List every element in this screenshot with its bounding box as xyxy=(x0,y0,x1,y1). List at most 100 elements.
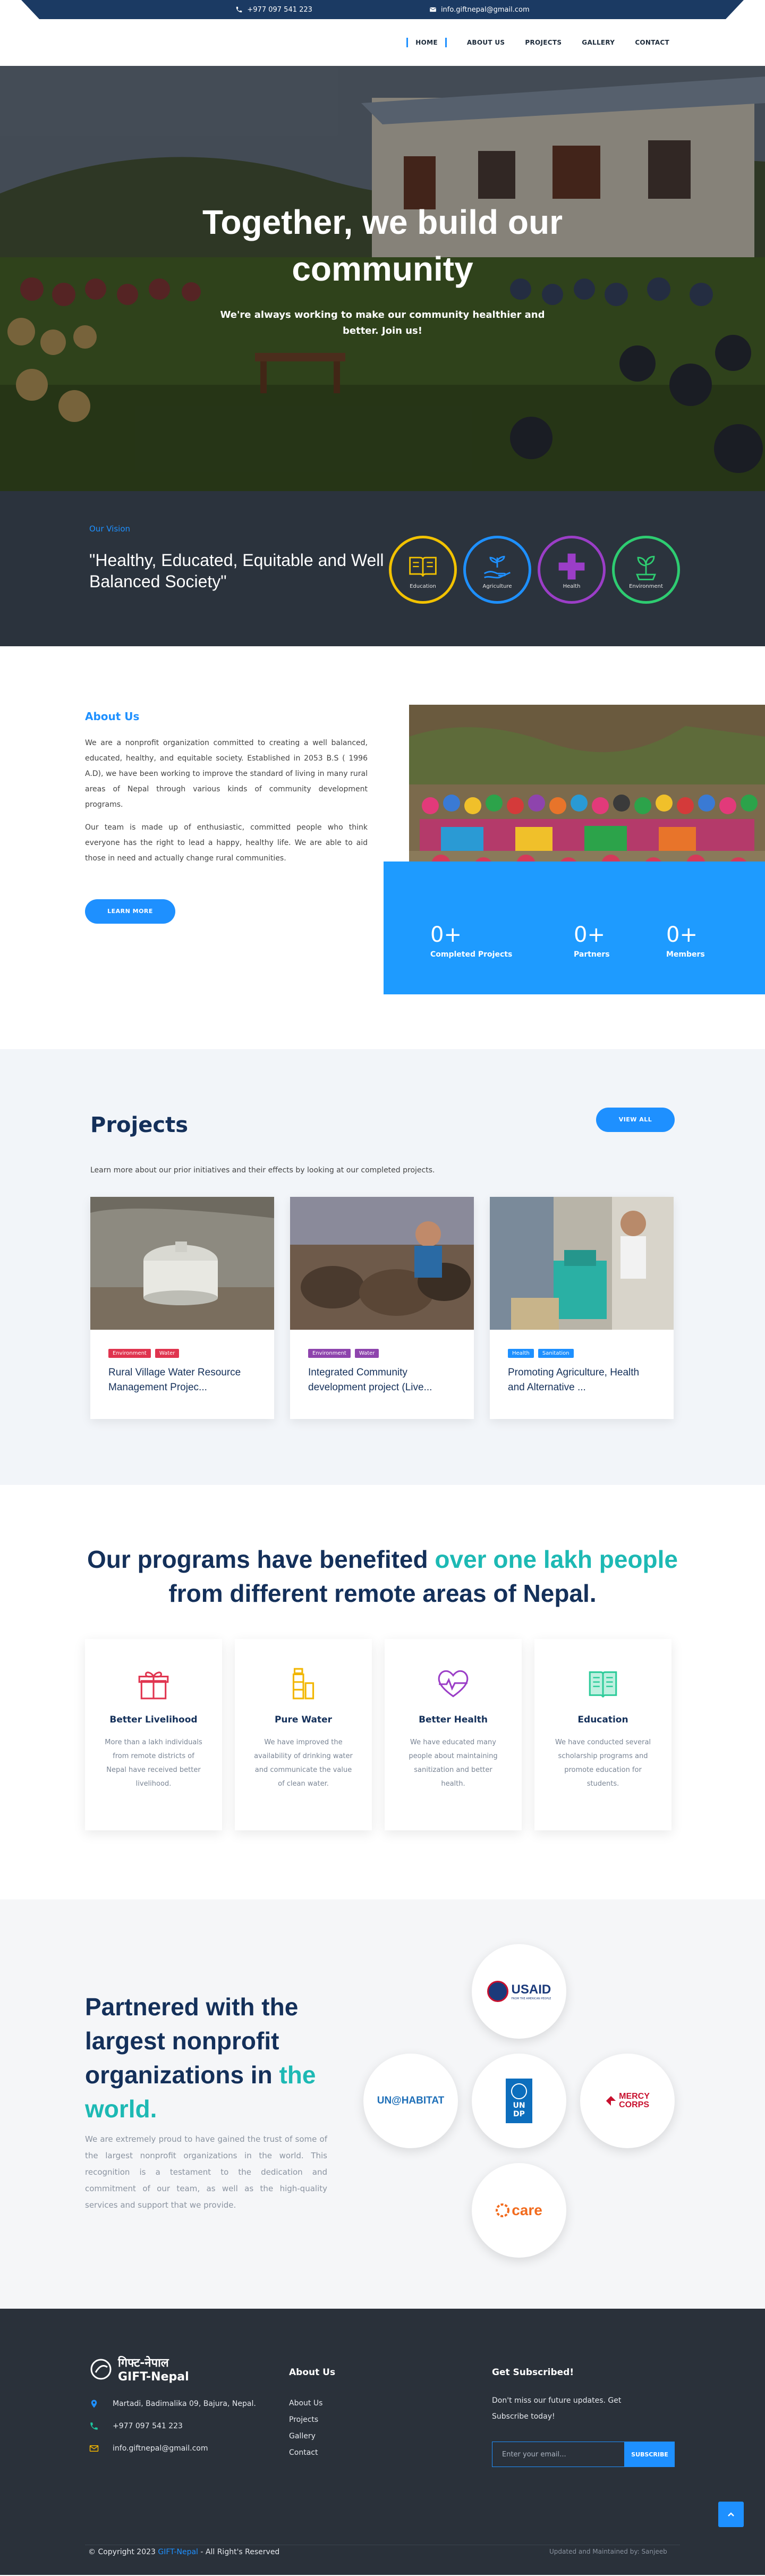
footer-phone[interactable]: +977 097 541 223 xyxy=(89,2415,256,2437)
projects-lead: Learn more about our prior initiatives a… xyxy=(90,1166,435,1175)
book-icon xyxy=(409,556,437,577)
project-card-tags: Environment Water xyxy=(90,1330,274,1358)
learn-more-button[interactable]: LEARN MORE xyxy=(85,899,175,924)
footer-about-title: About Us xyxy=(289,2367,336,2378)
about-section: About Us We are a nonprofit organization… xyxy=(0,646,765,1049)
nav-menu: HOME ABOUT US PROJECTS GALLERY CONTACT xyxy=(406,38,669,47)
about-text-block: About Us We are a nonprofit organization… xyxy=(85,710,368,924)
programs-section: Our programs have benefited over one lak… xyxy=(0,1485,765,1899)
program-desc: More than a lakh individuals from remote… xyxy=(105,1738,202,1788)
stats-panel: 0+ Completed Projects 0+ Partners 0+ Mem… xyxy=(384,862,765,994)
subscribe-email-input[interactable] xyxy=(492,2442,625,2467)
nav-about-us[interactable]: ABOUT US xyxy=(467,39,505,46)
project-card-tags: Environment Water xyxy=(290,1330,474,1358)
partners-text: We are extremely proud to have gained th… xyxy=(85,2134,327,2210)
topbar-email[interactable]: info.giftnepal@gmail.com xyxy=(429,6,530,14)
tag-badge[interactable]: Sanitation xyxy=(538,1349,574,1358)
footer-link-about[interactable]: About Us xyxy=(289,2395,322,2412)
project-card-image xyxy=(490,1197,674,1330)
footer-email-text: info.giftnepal@gmail.com xyxy=(113,2444,208,2453)
topbar: +977 097 541 223 info.giftnepal@gmail.co… xyxy=(0,0,765,19)
footer-logo-english: GIFT-Nepal xyxy=(118,2370,189,2384)
programs-heading: Our programs have benefited over one lak… xyxy=(0,1542,765,1610)
envelope-icon xyxy=(429,7,437,12)
tag-badge[interactable]: Health xyxy=(508,1349,534,1358)
project-card-image xyxy=(90,1197,274,1330)
projects-title: Projects xyxy=(90,1113,189,1137)
subscribe-form: SUBSCRIBE xyxy=(492,2442,675,2467)
vision-statement: "Healthy, Educated, Equitable and Well B… xyxy=(89,551,384,591)
project-card-title[interactable]: Rural Village Water Resource Management … xyxy=(90,1358,274,1395)
usaid-seal-icon xyxy=(487,1981,508,2002)
footer-subscribe-text: Don't miss our future updates. Get Subsc… xyxy=(492,2396,622,2421)
usaid-logo: USAID FROM THE AMERICAN PEOPLE xyxy=(487,1981,551,2002)
partner-unhabitat[interactable]: UN@HABITAT xyxy=(363,2054,458,2148)
corps-wordmark: CORPS xyxy=(619,2100,650,2109)
partner-usaid[interactable]: USAID FROM THE AMERICAN PEOPLE xyxy=(472,1944,566,2039)
copyright-brand-link[interactable]: GIFT-Nepal xyxy=(158,2548,198,2556)
hero-title: Together, we build our community xyxy=(202,203,563,288)
footer-phone-text: +977 097 541 223 xyxy=(113,2422,183,2430)
tag-badge[interactable]: Environment xyxy=(308,1349,351,1358)
footer-credit: Updated and Maintained by: Sanjeeb xyxy=(549,2548,667,2555)
stat-partners: 0+ Partners xyxy=(574,923,610,959)
vision-icons: Education Agriculture Health Environment xyxy=(389,536,680,604)
back-to-top-button[interactable] xyxy=(718,2502,744,2527)
program-desc: We have conducted several scholarship pr… xyxy=(555,1738,651,1788)
topbar-band: +977 097 541 223 info.giftnepal@gmail.co… xyxy=(21,0,744,19)
partner-care[interactable]: care xyxy=(472,2163,566,2258)
nav-contact[interactable]: CONTACT xyxy=(635,39,669,46)
vision-education-label: Education xyxy=(410,583,436,589)
nav-gallery[interactable]: GALLERY xyxy=(582,39,615,46)
programs-heading-highlight: over one lakh people xyxy=(435,1545,678,1573)
open-book-icon xyxy=(589,1671,617,1697)
footer-logo[interactable]: गिफ्ट-नेपाल GIFT-Nepal xyxy=(89,2354,189,2384)
program-card-health: Better Health We have educated many peop… xyxy=(385,1639,522,1830)
vision-label: Our Vision xyxy=(89,524,131,534)
stat-value: 0+ xyxy=(430,923,462,947)
footer-link-contact[interactable]: Contact xyxy=(289,2445,322,2461)
stat-completed-projects: 0+ Completed Projects xyxy=(430,923,512,959)
partner-undp[interactable]: UN DP xyxy=(472,2054,566,2148)
footer-copyright: © Copyright 2023 GIFT-Nepal - All Right'… xyxy=(88,2548,279,2556)
subscribe-button[interactable]: SUBSCRIBE xyxy=(625,2442,675,2467)
partners-heading: Partnered with the largest nonprofit org… xyxy=(85,1990,361,2126)
heartbeat-icon xyxy=(438,1670,469,1697)
about-heading: About Us xyxy=(85,710,140,723)
nav-projects[interactable]: PROJECTS xyxy=(525,39,562,46)
footer-link-projects[interactable]: Projects xyxy=(289,2412,322,2428)
nav-home[interactable]: HOME xyxy=(406,38,447,47)
tag-badge[interactable]: Water xyxy=(354,1349,379,1358)
footer-link-gallery[interactable]: Gallery xyxy=(289,2428,322,2445)
mercy-corps-mark-icon xyxy=(606,2096,616,2106)
vision-education: Education xyxy=(389,536,457,604)
topbar-phone[interactable]: +977 097 541 223 xyxy=(235,6,312,14)
chevron-up-icon xyxy=(728,2512,734,2516)
program-title: Better Livelihood xyxy=(109,1714,198,1725)
project-card[interactable]: Health Sanitation Promoting Agriculture,… xyxy=(490,1197,674,1419)
stat-label: Partners xyxy=(574,950,610,959)
view-all-button[interactable]: VIEW ALL xyxy=(596,1108,675,1132)
footer-email[interactable]: info.giftnepal@gmail.com xyxy=(89,2437,256,2460)
vision-agriculture: Agriculture xyxy=(463,536,531,604)
stat-label: Completed Projects xyxy=(430,950,513,959)
projects-section: Projects VIEW ALL Learn more about our p… xyxy=(0,1049,765,1485)
project-card-title[interactable]: Integrated Community development project… xyxy=(290,1358,474,1395)
tag-badge[interactable]: Water xyxy=(155,1349,180,1358)
un-emblem-icon xyxy=(511,2083,527,2099)
footer-subscribe-title: Get Subscribed! xyxy=(492,2367,574,2378)
copyright-suffix: - All Right's Reserved xyxy=(198,2548,280,2556)
project-card[interactable]: Environment Water Integrated Community d… xyxy=(290,1197,474,1419)
hero-content: Together, we build our community We're a… xyxy=(0,199,765,339)
project-card[interactable]: Environment Water Rural Village Water Re… xyxy=(90,1197,274,1419)
phone-icon xyxy=(90,2422,98,2430)
care-logo: care xyxy=(496,2202,542,2219)
partner-mercy-corps[interactable]: MERCY CORPS xyxy=(580,2054,675,2148)
tag-badge[interactable]: Environment xyxy=(108,1349,151,1358)
mercy-wordmark: MERCY xyxy=(619,2092,650,2101)
gift-nepal-logo-icon xyxy=(90,2359,112,2379)
vision-agriculture-label: Agriculture xyxy=(482,583,512,589)
care-circle-icon xyxy=(496,2203,510,2217)
stat-value: 0+ xyxy=(666,923,698,947)
project-card-title[interactable]: Promoting Agriculture, Health and Altern… xyxy=(490,1358,674,1395)
